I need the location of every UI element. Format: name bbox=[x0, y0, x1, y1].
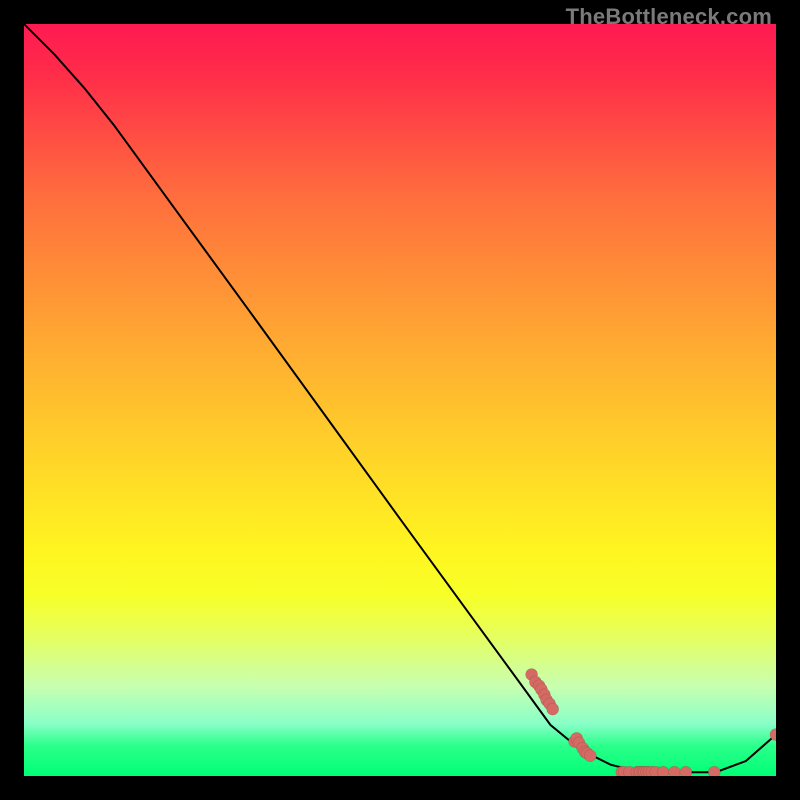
data-point bbox=[657, 766, 669, 776]
data-point bbox=[680, 766, 692, 776]
chart-overlay bbox=[24, 24, 776, 776]
data-point bbox=[547, 703, 559, 715]
bottleneck-curve bbox=[24, 24, 776, 772]
data-points-group bbox=[526, 669, 776, 777]
watermark-text: TheBottleneck.com bbox=[566, 4, 772, 30]
data-point bbox=[669, 766, 681, 776]
chart-container: TheBottleneck.com bbox=[0, 0, 800, 800]
data-point bbox=[708, 766, 720, 776]
data-point bbox=[584, 750, 596, 762]
